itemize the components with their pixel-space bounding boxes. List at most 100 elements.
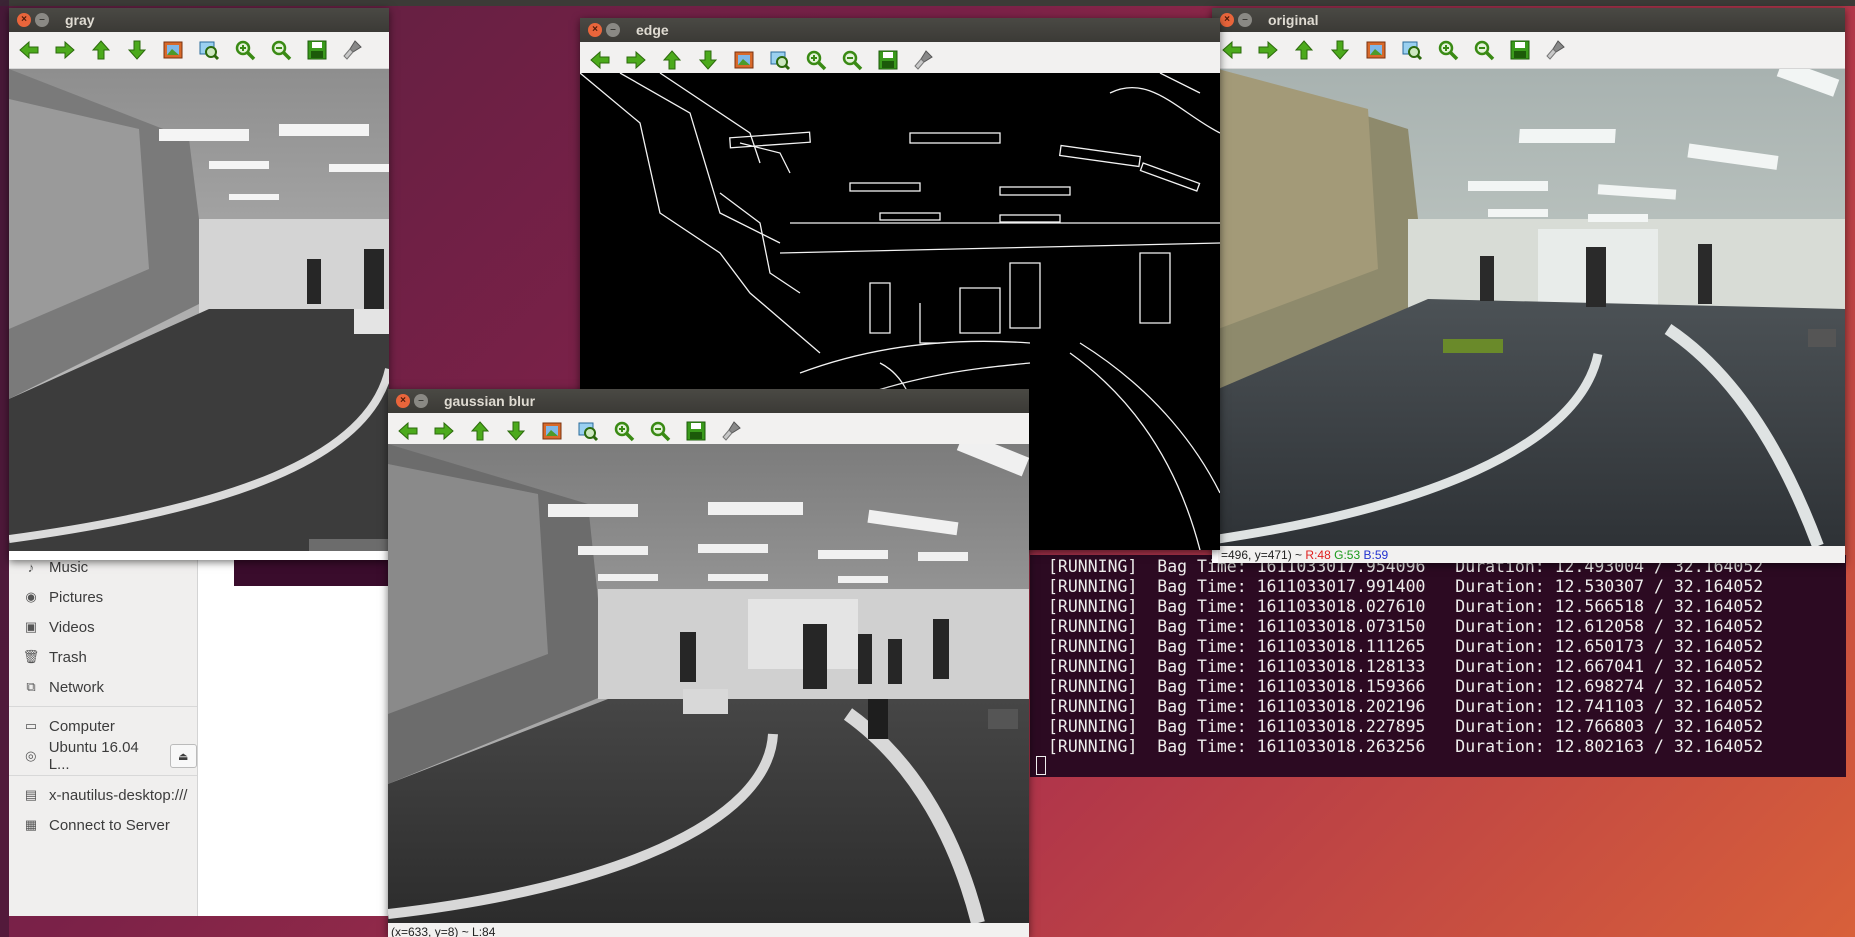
terminal-window[interactable]: [RUNNING] Bag Time: 1611033017.954096 Du… (1030, 555, 1846, 777)
arrow-right-icon[interactable] (1253, 35, 1283, 65)
gray-image[interactable] (9, 69, 389, 551)
terminal-line: [RUNNING] Bag Time: 1611033018.073150 Du… (1048, 617, 1764, 636)
close-icon[interactable]: × (1220, 13, 1234, 27)
minimize-icon[interactable]: – (35, 13, 49, 27)
sidebar-item-videos[interactable]: ▣ Videos (9, 612, 197, 642)
terminal-line: [RUNNING] Bag Time: 1611033018.159366 Du… (1048, 677, 1764, 696)
sidebar-item-label: Trash (49, 648, 87, 666)
music-icon: ♪ (27, 559, 35, 575)
sidebar-item-label: Network (49, 678, 105, 696)
gray-toolbar (9, 32, 389, 69)
pixel-status: (x=633, y=8) ~ L:84 (391, 924, 496, 937)
arrow-up-icon[interactable] (86, 35, 116, 65)
save-icon[interactable] (873, 45, 903, 75)
terminal-line: [RUNNING] Bag Time: 1611033017.991400 Du… (1048, 577, 1764, 596)
zoom-fit-icon[interactable] (1397, 35, 1427, 65)
brush-icon[interactable] (909, 45, 939, 75)
terminal-line: [RUNNING] Bag Time: 1611033018.227895 Du… (1048, 717, 1764, 736)
arrow-left-icon[interactable] (393, 416, 423, 446)
zoom-out-icon[interactable] (1469, 35, 1499, 65)
gray-window[interactable]: × – gray (9, 8, 389, 560)
sidebar-divider (9, 706, 197, 707)
zoom-out-icon[interactable] (837, 45, 867, 75)
gaussian-titlebar[interactable]: × – gaussian blur (388, 389, 1029, 413)
sidebar-item-label: Music (49, 558, 89, 576)
zoom-out-icon[interactable] (266, 35, 296, 65)
sidebar-item-label: x-nautilus-desktop:/// (49, 786, 188, 804)
zoom-in-icon[interactable] (801, 45, 831, 75)
original-toolbar (1212, 32, 1845, 69)
arrow-right-icon[interactable] (429, 416, 459, 446)
sidebar-item-computer[interactable]: ▭ Computer (9, 711, 197, 741)
image-icon[interactable] (1361, 35, 1391, 65)
arrow-down-icon[interactable] (501, 416, 531, 446)
brush-icon[interactable] (1541, 35, 1571, 65)
terminal-line: [RUNNING] Bag Time: 1611033018.202196 Du… (1048, 697, 1764, 716)
arrow-up-icon[interactable] (1289, 35, 1319, 65)
close-icon[interactable]: × (17, 13, 31, 27)
sidebar-item-network[interactable]: ⧉ Network (9, 672, 197, 702)
edge-titlebar[interactable]: × – edge (580, 18, 1220, 42)
eject-icon[interactable]: ⏏ (169, 744, 197, 768)
original-titlebar[interactable]: × – original (1212, 8, 1845, 32)
zoom-fit-icon[interactable] (573, 416, 603, 446)
save-icon[interactable] (302, 35, 332, 65)
save-icon[interactable] (1505, 35, 1535, 65)
minimize-icon[interactable]: – (414, 394, 428, 408)
original-image[interactable] (1218, 69, 1845, 546)
terminal-line: [RUNNING] Bag Time: 1611033018.111265 Du… (1048, 637, 1764, 656)
sidebar-item-pictures[interactable]: ◉ Pictures (9, 582, 197, 612)
arrow-down-icon[interactable] (122, 35, 152, 65)
terminal-line: [RUNNING] Bag Time: 1611033018.128133 Du… (1048, 657, 1764, 676)
sidebar-item-ubuntu-16-04-l[interactable]: ◎ Ubuntu 16.04 L... ⏏ (9, 739, 197, 773)
zoom-in-icon[interactable] (230, 35, 260, 65)
sidebar-item-label: Computer (49, 717, 115, 735)
arrow-left-icon[interactable] (1217, 35, 1247, 65)
green-value: G:53 (1334, 547, 1361, 562)
close-icon[interactable]: × (588, 23, 602, 37)
zoom-out-icon[interactable] (645, 416, 675, 446)
brush-icon[interactable] (338, 35, 368, 65)
window-title: original (1268, 12, 1319, 28)
arrow-right-icon[interactable] (621, 45, 651, 75)
arrow-down-icon[interactable] (1325, 35, 1355, 65)
original-window[interactable]: × – original =496, y=471) ~ R:48 G:53 B:… (1212, 8, 1845, 563)
red-value: R:48 (1305, 547, 1331, 562)
original-statusbar: =496, y=471) ~ R:48 G:53 B:59 (1218, 546, 1845, 563)
sidebar-item-label: Videos (49, 618, 95, 636)
terminal-line: [RUNNING] Bag Time: 1611033018.263256 Du… (1048, 737, 1764, 756)
image-icon[interactable] (158, 35, 188, 65)
trash-icon: 🗑 (22, 649, 40, 664)
gray-titlebar[interactable]: × – gray (9, 8, 389, 32)
zoom-in-icon[interactable] (1433, 35, 1463, 65)
arrow-up-icon[interactable] (465, 416, 495, 446)
desktop-icon: ▤ (24, 787, 38, 802)
minimize-icon[interactable]: – (606, 23, 620, 37)
save-icon[interactable] (681, 416, 711, 446)
brush-icon[interactable] (717, 416, 747, 446)
sidebar-item-connect-to-server[interactable]: ▦ Connect to Server (9, 810, 197, 840)
gaussian-window[interactable]: × – gaussian blur (x=633, y=8) ~ L:84 (388, 389, 1029, 937)
arrow-down-icon[interactable] (693, 45, 723, 75)
zoom-fit-icon[interactable] (194, 35, 224, 65)
arrow-left-icon[interactable] (14, 35, 44, 65)
arrow-up-icon[interactable] (657, 45, 687, 75)
sidebar-item-x-nautilus-desktop[interactable]: ▤ x-nautilus-desktop:/// (9, 780, 197, 810)
minimize-icon[interactable]: – (1238, 13, 1252, 27)
arrow-left-icon[interactable] (585, 45, 615, 75)
zoom-in-icon[interactable] (609, 416, 639, 446)
zoom-fit-icon[interactable] (765, 45, 795, 75)
blue-value: B:59 (1363, 547, 1389, 562)
image-icon[interactable] (537, 416, 567, 446)
sidebar-item-label: Ubuntu 16.04 L... (48, 739, 139, 773)
computer-icon: ▭ (24, 718, 38, 733)
file-manager-window: ♪ Music ◉ Pictures ▣ Videos 🗑 Trash ⧉ Network ▭ Co… (9, 552, 394, 916)
arrow-right-icon[interactable] (50, 35, 80, 65)
sidebar-item-trash[interactable]: 🗑 Trash (9, 642, 197, 672)
gaussian-statusbar: (x=633, y=8) ~ L:84 (388, 923, 1029, 937)
close-icon[interactable]: × (396, 394, 410, 408)
gaussian-image[interactable] (388, 444, 1029, 923)
sidebar-item-label: Connect to Server (49, 816, 170, 834)
window-title: gray (65, 12, 95, 28)
image-icon[interactable] (729, 45, 759, 75)
